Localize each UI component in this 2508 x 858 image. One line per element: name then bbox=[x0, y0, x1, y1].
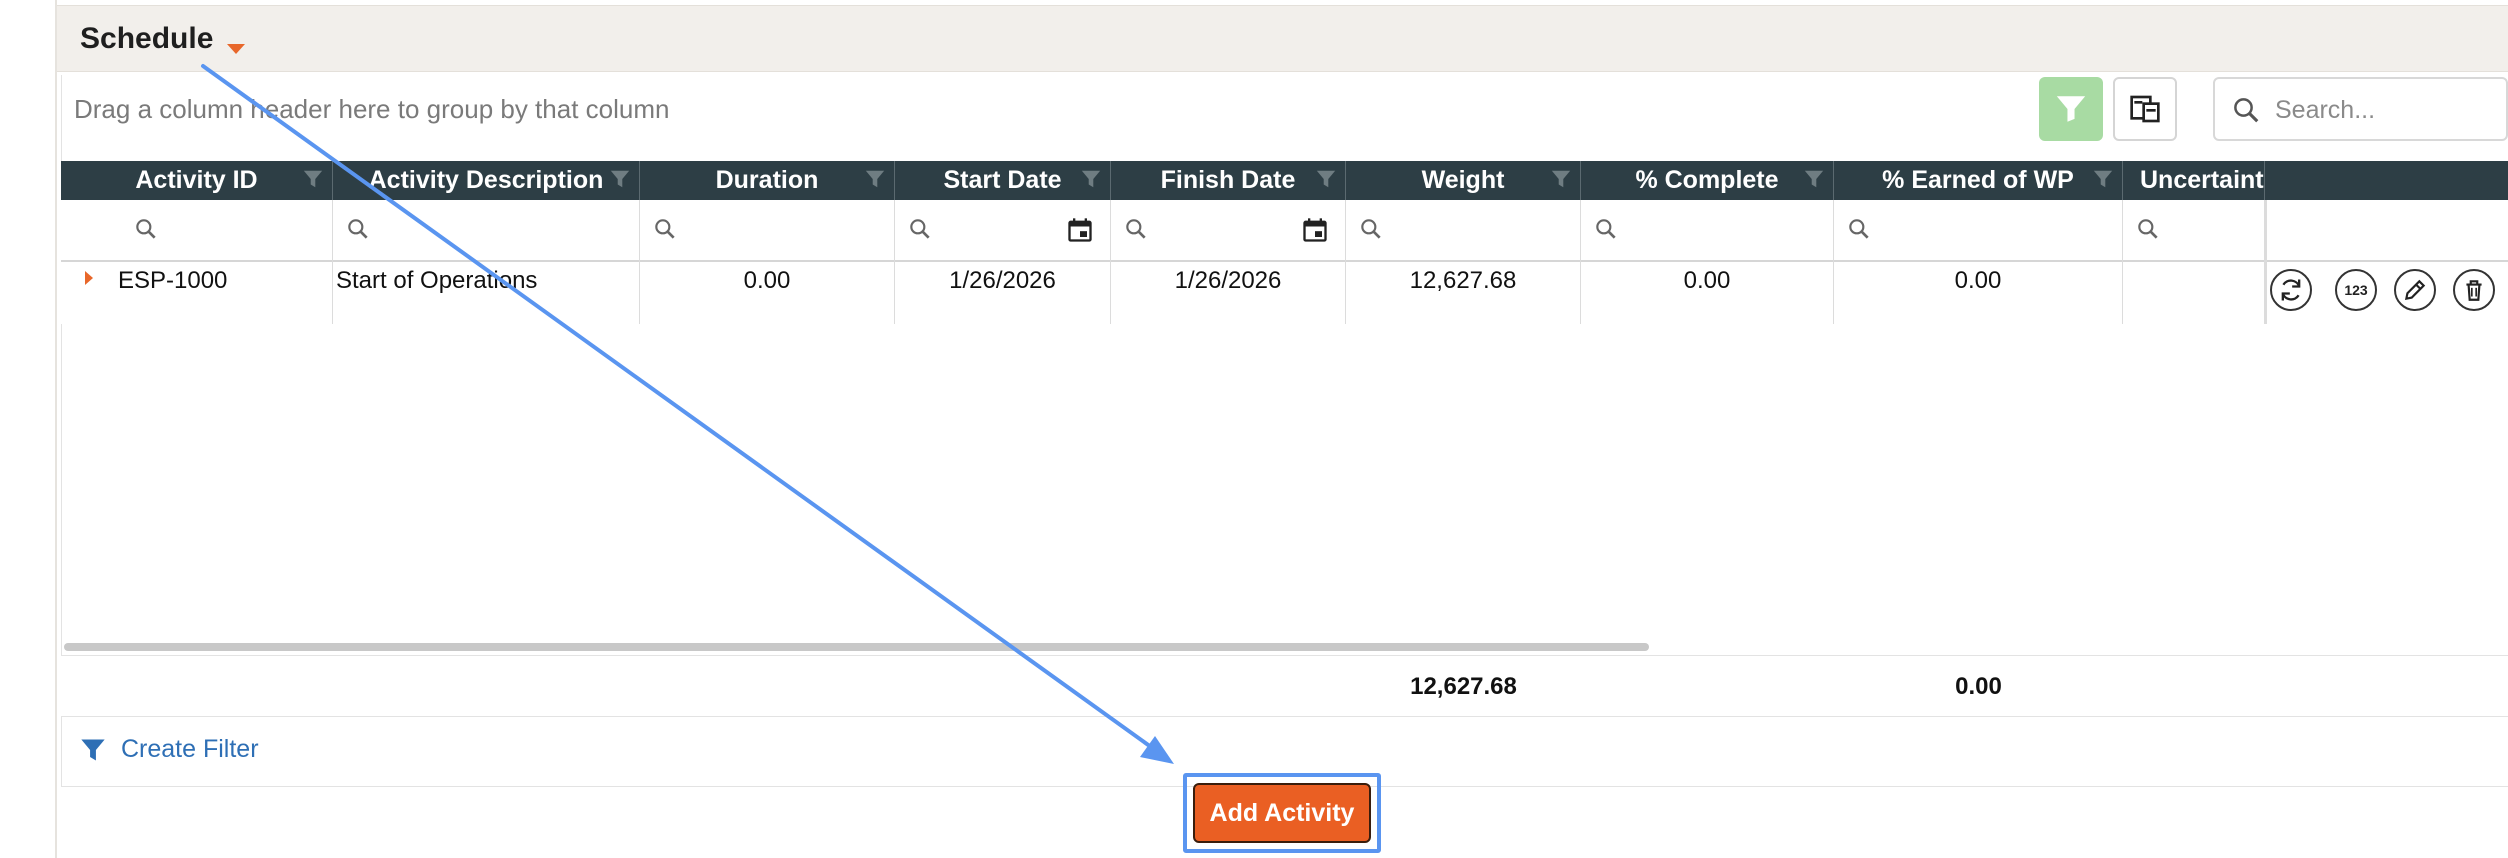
cell-text: 0.00 bbox=[1683, 267, 1731, 294]
col-header-label: Uncertaint bbox=[2140, 166, 2264, 194]
search-icon bbox=[1849, 219, 1869, 239]
schedule-page: Schedule Drag a column header here to gr… bbox=[0, 0, 2508, 858]
filter-cell-finish-date[interactable] bbox=[1111, 200, 1346, 262]
cell-weight: 12,627.68 bbox=[1346, 262, 1581, 324]
column-filter-icon[interactable] bbox=[864, 165, 886, 193]
cell-pct-earned: 0.00 bbox=[1834, 262, 2123, 324]
create-filter-link[interactable]: Create Filter bbox=[79, 735, 259, 764]
filter-cell-pct-complete[interactable] bbox=[1581, 200, 1834, 262]
column-filter-icon[interactable] bbox=[609, 165, 631, 193]
search-icon bbox=[910, 219, 930, 239]
filter-cell-duration[interactable] bbox=[640, 200, 895, 262]
col-header-uncertainty[interactable]: Uncertaint bbox=[2123, 161, 2265, 200]
total-pct-earned: 0.00 bbox=[1955, 673, 2002, 700]
col-header-start-date[interactable]: Start Date bbox=[895, 161, 1111, 200]
col-header-finish-date[interactable]: Finish Date bbox=[1111, 161, 1346, 200]
col-header-label: Weight bbox=[1421, 166, 1505, 194]
delete-icon bbox=[2466, 280, 2482, 301]
cell-text: Start of Operations bbox=[336, 267, 538, 294]
totals-row: 12,627.68 0.00 bbox=[61, 655, 2508, 717]
cell-finish-date: 1/26/2026 bbox=[1111, 262, 1346, 324]
column-filter-icon[interactable] bbox=[1080, 165, 1102, 193]
cell-activity-description: Start of Operations bbox=[333, 262, 640, 324]
funnel-icon bbox=[81, 739, 105, 760]
horizontal-scrollbar[interactable] bbox=[64, 643, 1649, 651]
search-icon bbox=[348, 219, 368, 239]
col-header-label: Duration bbox=[715, 166, 819, 194]
col-header-label: Activity Description bbox=[368, 166, 604, 194]
column-chooser-button[interactable] bbox=[2113, 77, 2177, 141]
search-icon bbox=[1596, 219, 1616, 239]
grid-filter-row bbox=[61, 200, 2508, 262]
number-icon: 123 bbox=[2344, 282, 2368, 298]
filter-cell-weight[interactable] bbox=[1346, 200, 1581, 262]
cell-duration: 0.00 bbox=[640, 262, 895, 324]
search-icon bbox=[1361, 219, 1381, 239]
calendar-icon[interactable] bbox=[1066, 216, 1094, 244]
col-header-label: % Earned of WP bbox=[1882, 166, 2074, 194]
search-icon bbox=[2234, 98, 2259, 123]
col-header-activity-description[interactable]: Activity Description bbox=[333, 161, 640, 200]
col-header-pct-complete[interactable]: % Complete bbox=[1581, 161, 1834, 200]
search-input[interactable] bbox=[2275, 91, 2495, 129]
grid-search[interactable] bbox=[2213, 77, 2508, 141]
delete-button[interactable] bbox=[2453, 269, 2495, 311]
cell-activity-id: ESP-1000 bbox=[61, 262, 333, 324]
edit-icon bbox=[2404, 279, 2426, 301]
number-format-button[interactable]: 123 bbox=[2335, 269, 2377, 311]
edit-button[interactable] bbox=[2394, 269, 2436, 311]
search-icon bbox=[136, 219, 156, 239]
cell-text: 0.00 bbox=[743, 267, 791, 294]
column-chooser-icon bbox=[2130, 95, 2160, 123]
filter-cell-start-date[interactable] bbox=[895, 200, 1111, 262]
funnel-icon bbox=[2056, 96, 2086, 122]
search-icon bbox=[1126, 219, 1146, 239]
add-activity-highlight: Add Activity bbox=[1183, 773, 1381, 853]
refresh-button[interactable] bbox=[2270, 269, 2312, 311]
col-header-label: Activity ID bbox=[135, 166, 258, 194]
filter-cell-pct-earned[interactable] bbox=[1834, 200, 2123, 262]
filter-cell-activity-id[interactable] bbox=[61, 200, 333, 262]
cell-uncertainty bbox=[2123, 262, 2265, 324]
search-icon bbox=[655, 219, 675, 239]
cell-text: 1/26/2026 bbox=[1174, 267, 1282, 294]
filter-cell-uncertainty[interactable] bbox=[2123, 200, 2265, 262]
filter-toggle-button[interactable] bbox=[2039, 77, 2103, 141]
col-header-duration[interactable]: Duration bbox=[640, 161, 895, 200]
left-border bbox=[55, 0, 57, 858]
col-header-label: Finish Date bbox=[1160, 166, 1296, 194]
cell-start-date: 1/26/2026 bbox=[895, 262, 1111, 324]
total-weight: 12,627.68 bbox=[1410, 673, 1517, 700]
cell-text: 12,627.68 bbox=[1409, 267, 1517, 294]
group-by-hint: Drag a column header here to group by th… bbox=[74, 94, 670, 124]
column-filter-icon[interactable] bbox=[1315, 165, 1337, 193]
search-icon bbox=[2138, 219, 2158, 239]
col-header-weight[interactable]: Weight bbox=[1346, 161, 1581, 200]
action-column-divider bbox=[2265, 200, 2267, 324]
grid-header-row: Activity ID Activity Description Duratio… bbox=[61, 161, 2508, 200]
cell-text: 0.00 bbox=[1954, 267, 2002, 294]
column-filter-icon[interactable] bbox=[1803, 165, 1825, 193]
add-activity-button[interactable]: Add Activity bbox=[1193, 783, 1371, 843]
column-filter-icon[interactable] bbox=[302, 165, 324, 193]
col-header-pct-earned[interactable]: % Earned of WP bbox=[1834, 161, 2123, 200]
cell-pct-complete: 0.00 bbox=[1581, 262, 1834, 324]
create-filter-label: Create Filter bbox=[121, 735, 259, 763]
row-expand-caret-icon[interactable] bbox=[85, 271, 93, 285]
col-header-label: Start Date bbox=[943, 166, 1062, 194]
cell-text: ESP-1000 bbox=[118, 267, 228, 294]
table-row[interactable]: ESP-1000 Start of Operations 0.00 1/26/2… bbox=[61, 262, 2508, 324]
calendar-icon[interactable] bbox=[1301, 216, 1329, 244]
section-title: Schedule bbox=[80, 22, 214, 55]
cell-text: 1/26/2026 bbox=[949, 267, 1056, 294]
collapse-caret-icon[interactable] bbox=[227, 44, 245, 54]
col-header-activity-id[interactable]: Activity ID bbox=[61, 161, 333, 200]
column-filter-icon[interactable] bbox=[2092, 165, 2114, 193]
col-header-label: % Complete bbox=[1635, 166, 1779, 194]
filter-cell-activity-description[interactable] bbox=[333, 200, 640, 262]
column-filter-icon[interactable] bbox=[1550, 165, 1572, 193]
section-header[interactable]: Schedule bbox=[57, 5, 2508, 72]
refresh-icon bbox=[2281, 279, 2301, 301]
